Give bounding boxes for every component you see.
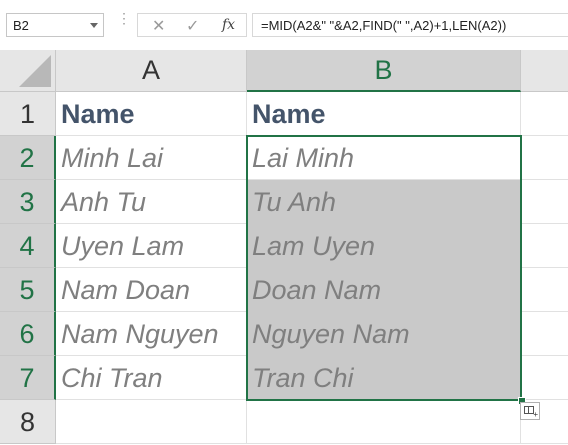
select-all-triangle-icon <box>19 55 51 87</box>
row-header-2[interactable]: 2 <box>0 136 56 180</box>
column-header-c[interactable] <box>521 50 568 92</box>
row-header-3[interactable]: 3 <box>0 180 56 224</box>
formula-buttons: ✕ ✓ fx <box>137 13 247 37</box>
cell-b4[interactable]: Lam Uyen <box>247 224 521 268</box>
cell-a7[interactable]: Chi Tran <box>56 356 247 400</box>
cell-c1[interactable] <box>521 92 568 136</box>
cell-a1[interactable]: Name <box>56 92 247 136</box>
cell-b6[interactable]: Nguyen Nam <box>247 312 521 356</box>
cell-b8[interactable] <box>247 400 521 444</box>
cell-c3[interactable] <box>521 180 568 224</box>
cell-c4[interactable] <box>521 224 568 268</box>
chevron-down-icon[interactable] <box>90 23 98 28</box>
formula-bar-splitter[interactable]: ⋮ <box>117 11 131 25</box>
row-header-4[interactable]: 4 <box>0 224 56 268</box>
cell-a3[interactable]: Anh Tu <box>56 180 247 224</box>
cell-c7[interactable] <box>521 356 568 400</box>
insert-function-icon[interactable]: fx <box>222 17 235 33</box>
cell-b5[interactable]: Doan Nam <box>247 268 521 312</box>
cell-b1[interactable]: Name <box>247 92 521 136</box>
row-header-1[interactable]: 1 <box>0 92 56 136</box>
formula-text: =MID(A2&" "&A2,FIND(" ",A2)+1,LEN(A2)) <box>261 18 507 33</box>
name-box[interactable]: B2 <box>6 13 104 37</box>
enter-icon[interactable]: ✓ <box>186 16 199 36</box>
row-header-5[interactable]: 5 <box>0 268 56 312</box>
cancel-icon[interactable]: ✕ <box>152 16 165 36</box>
cell-c5[interactable] <box>521 268 568 312</box>
name-box-value: B2 <box>13 18 29 33</box>
row-header-7[interactable]: 7 <box>0 356 56 400</box>
formula-input[interactable]: =MID(A2&" "&A2,FIND(" ",A2)+1,LEN(A2)) <box>252 13 568 37</box>
cell-a6[interactable]: Nam Nguyen <box>56 312 247 356</box>
cell-c2[interactable] <box>521 136 568 180</box>
plus-icon: + <box>533 410 538 419</box>
cell-b2[interactable]: Lai Minh <box>247 136 521 180</box>
row-header-8[interactable]: 8 <box>0 400 56 444</box>
worksheet-grid: A B 1 Name Name 2 Minh Lai Lai Minh 3 Anh Tu Tu … <box>0 50 568 445</box>
column-header-a[interactable]: A <box>56 50 247 92</box>
cell-b7[interactable]: Tran Chi <box>247 356 521 400</box>
formula-bar: B2 ⋮ ✕ ✓ fx =MID(A2&" "&A2,FIND(" ",A2)+… <box>0 0 568 50</box>
cell-b3[interactable]: Tu Anh <box>247 180 521 224</box>
cell-a8[interactable] <box>56 400 247 444</box>
select-all-button[interactable] <box>0 50 56 92</box>
cell-a5[interactable]: Nam Doan <box>56 268 247 312</box>
cell-a4[interactable]: Uyen Lam <box>56 224 247 268</box>
cell-c6[interactable] <box>521 312 568 356</box>
column-header-b[interactable]: B <box>247 50 521 92</box>
quick-analysis-button[interactable]: + <box>520 402 540 420</box>
cell-a2[interactable]: Minh Lai <box>56 136 247 180</box>
row-header-6[interactable]: 6 <box>0 312 56 356</box>
